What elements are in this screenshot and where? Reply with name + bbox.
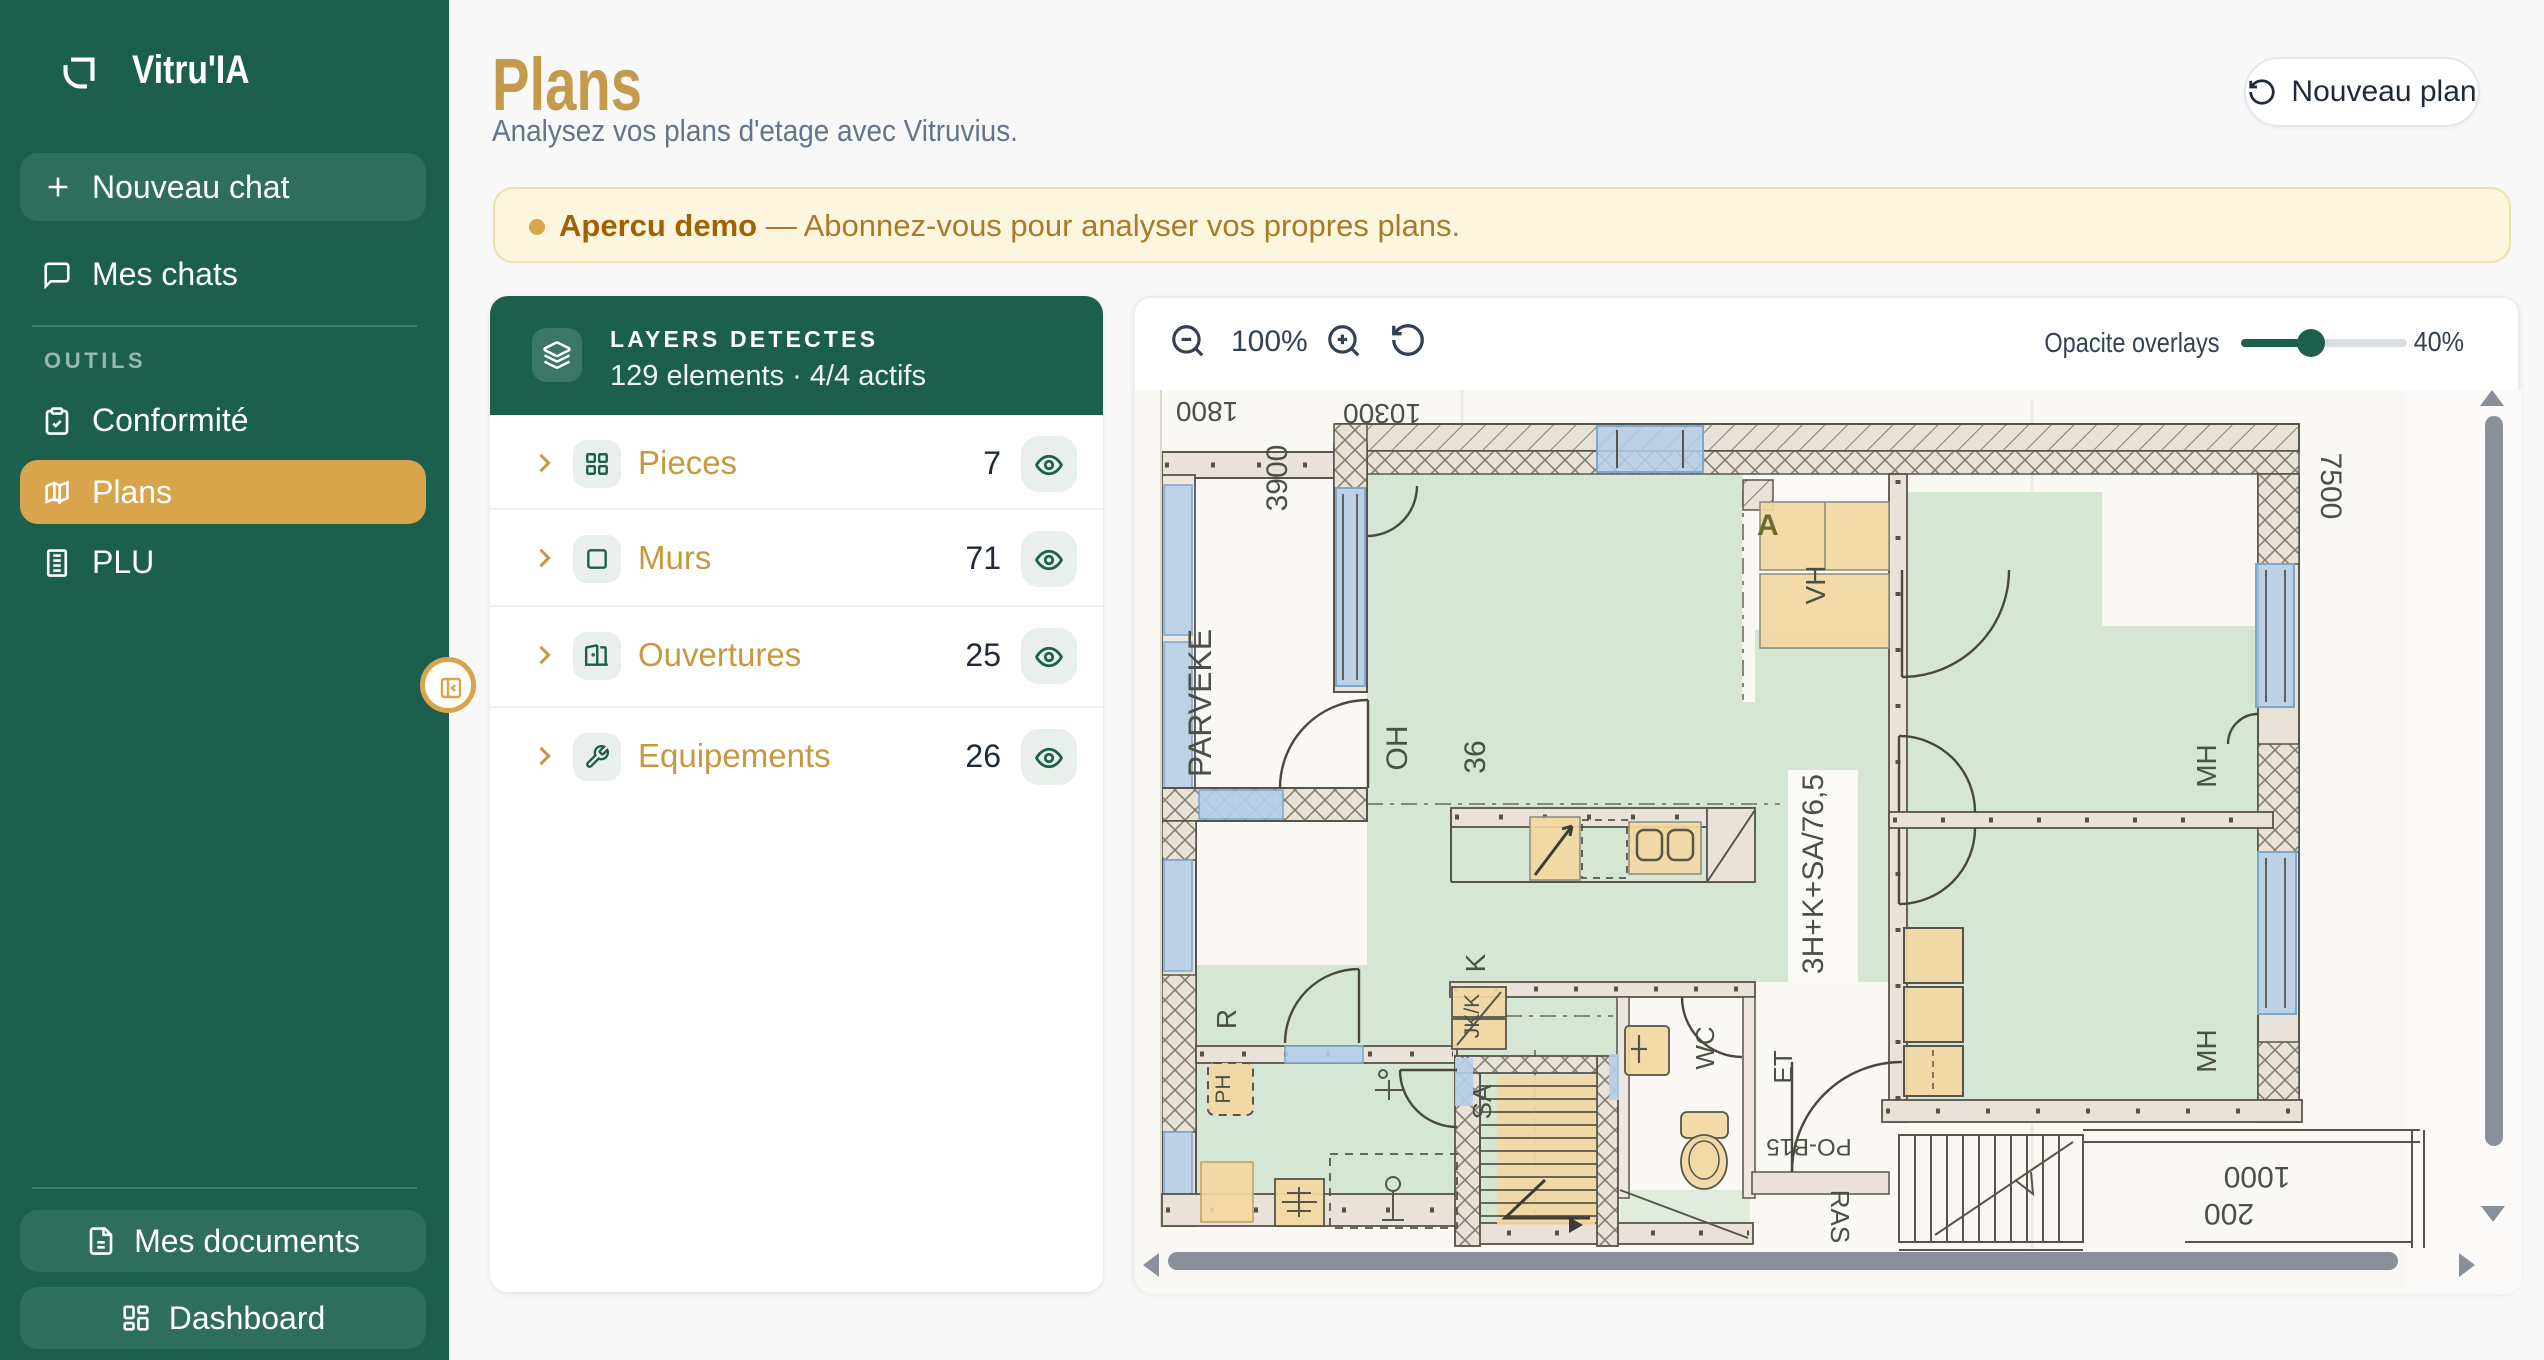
svg-text:VH: VH	[1800, 566, 1831, 605]
svg-text:OH: OH	[1381, 726, 1414, 771]
svg-text:K: K	[1460, 953, 1491, 972]
svg-text:A: A	[1757, 509, 1779, 542]
svg-text:1800: 1800	[1176, 396, 1238, 427]
svg-text:200: 200	[2204, 1197, 2254, 1230]
svg-text:36: 36	[1459, 740, 1492, 773]
svg-text:PH: PH	[1212, 1074, 1235, 1103]
svg-text:3H+K+SA/76,5: 3H+K+SA/76,5	[1797, 774, 1830, 974]
svg-text:WC: WC	[1690, 1026, 1720, 1069]
svg-text:R: R	[1211, 1009, 1242, 1029]
svg-text:1000: 1000	[2224, 1160, 2291, 1193]
svg-text:JK/K: JK/K	[1461, 994, 1484, 1038]
svg-text:3900: 3900	[1261, 445, 1294, 512]
svg-text:7500: 7500	[2314, 453, 2347, 520]
svg-text:MH: MH	[2191, 744, 2222, 788]
svg-text:ET: ET	[1768, 1050, 1798, 1083]
svg-text:SA: SA	[1467, 1084, 1497, 1119]
svg-text:MH: MH	[2191, 1029, 2222, 1073]
svg-text:10300: 10300	[1343, 398, 1421, 429]
svg-text:PARVEKE: PARVEKE	[1182, 629, 1218, 777]
svg-text:PO-B15: PO-B15	[1766, 1133, 1851, 1160]
